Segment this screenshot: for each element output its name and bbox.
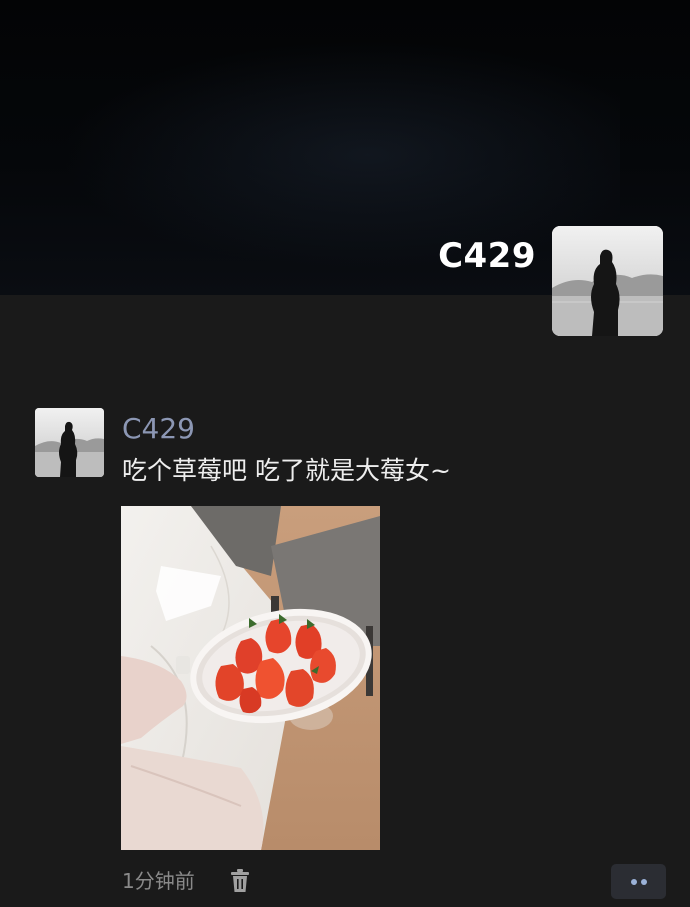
post-author-avatar[interactable] — [35, 408, 104, 477]
more-dots-icon — [641, 879, 647, 885]
post-author-name[interactable]: C429 — [122, 412, 195, 446]
trash-icon[interactable] — [229, 869, 251, 893]
profile-avatar[interactable] — [552, 226, 663, 336]
more-actions-button[interactable] — [611, 864, 666, 899]
post-photo[interactable] — [121, 506, 380, 850]
strawberries-photo — [121, 506, 380, 850]
post-timestamp: 1分钟前 — [122, 869, 195, 893]
cover-username[interactable]: C429 — [0, 236, 536, 276]
silhouette-avatar-icon — [552, 226, 663, 336]
silhouette-avatar-icon — [35, 408, 104, 477]
more-dots-icon — [631, 879, 637, 885]
post-text: 吃个草莓吧 吃了就是大莓女~ — [122, 456, 451, 485]
